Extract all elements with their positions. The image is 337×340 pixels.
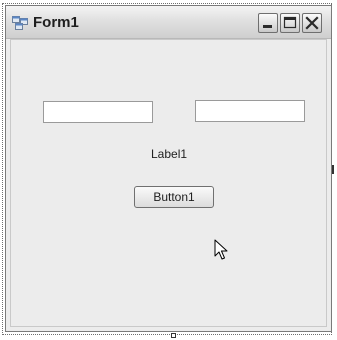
minimize-icon	[263, 25, 272, 28]
mouse-pointer-icon	[214, 239, 228, 261]
close-icon	[305, 16, 319, 30]
form-window: Form1 Label1 Button1	[5, 5, 332, 332]
window-title: Form1	[33, 14, 79, 31]
textbox1[interactable]	[43, 101, 153, 123]
title-bar[interactable]: Form1	[6, 6, 331, 39]
label1: Label1	[151, 147, 188, 161]
textbox2[interactable]	[195, 100, 305, 122]
form-client-area: Label1 Button1	[10, 39, 327, 327]
resize-grip-bottom[interactable]	[171, 333, 176, 338]
maximize-button[interactable]	[280, 13, 300, 33]
maximize-icon	[283, 16, 297, 29]
form-app-icon	[12, 16, 28, 30]
close-button[interactable]	[302, 13, 322, 33]
minimize-button[interactable]	[258, 13, 278, 33]
button1[interactable]: Button1	[134, 186, 214, 208]
